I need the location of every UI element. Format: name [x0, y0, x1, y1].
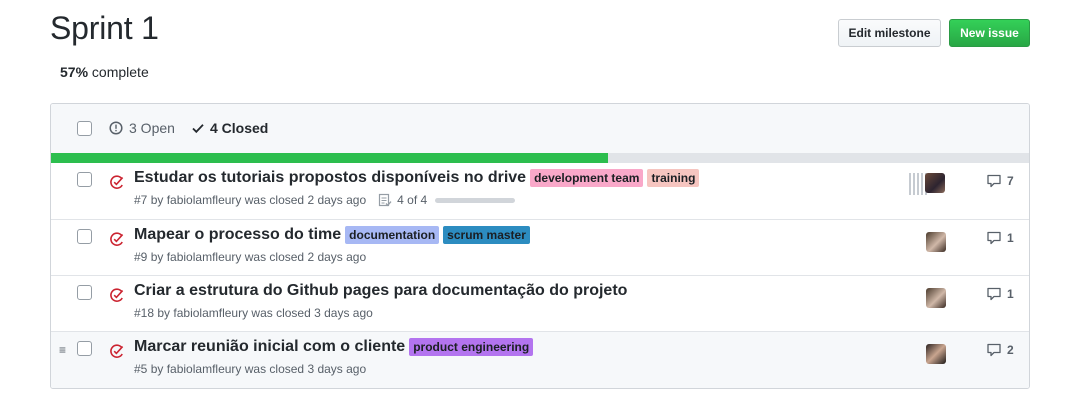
check-icon [192, 124, 204, 134]
task-count: 4 of 4 [397, 193, 428, 207]
page-title: Sprint 1 [50, 10, 159, 46]
issue-number: #18 [134, 306, 155, 320]
issue-label[interactable]: training [647, 169, 700, 187]
issue-meta: #5 by fabiolamfleury was closed 3 days a… [134, 362, 366, 376]
issue-number: #5 [134, 362, 148, 376]
comment-count-value: 2 [1007, 343, 1014, 357]
issue-label[interactable]: development team [530, 169, 644, 187]
issue-meta-text: by fabiolamfleury was closed 2 days ago [150, 250, 367, 264]
drag-handle-icon[interactable]: ≡ [59, 344, 66, 356]
issue-row[interactable]: ≡ Marcar reunião inicial com o cliente pro… [51, 331, 1029, 388]
issue-row[interactable]: Criar a estrutura do Github pages para d… [51, 275, 1029, 331]
avatar[interactable] [926, 232, 946, 252]
issue-label[interactable]: scrum master [443, 226, 530, 244]
closed-issues-filter[interactable]: 4 Closed [191, 120, 268, 136]
issue-meta: #18 by fabiolamfleury was closed 3 days … [134, 306, 373, 320]
comment-icon [987, 174, 1001, 188]
issue-checkbox[interactable] [77, 229, 92, 244]
issue-checkbox[interactable] [77, 285, 92, 300]
open-issues-label: 3 Open [129, 120, 175, 136]
milestone-progress-bar [51, 153, 1029, 163]
issue-title-line: Marcar reunião inicial com o cliente prod… [134, 338, 534, 356]
issue-title-line: Criar a estrutura do Github pages para d… [134, 282, 627, 300]
edit-milestone-button[interactable]: Edit milestone [838, 19, 941, 47]
select-all-checkbox[interactable] [77, 121, 92, 136]
issue-title-link[interactable]: Estudar os tutoriais propostos disponíve… [134, 169, 526, 187]
milestone-progress-text: 57% complete [60, 64, 149, 80]
avatar[interactable] [925, 173, 945, 193]
issue-checkbox[interactable] [77, 341, 92, 356]
comment-icon [987, 231, 1001, 245]
comment-icon [987, 287, 1001, 301]
issue-label[interactable]: documentation [345, 226, 440, 244]
issues-list: 3 Open 4 Closed Estudar os tutoriais pro… [50, 103, 1030, 389]
issue-number: #7 [134, 193, 148, 207]
closed-issue-icon [110, 232, 124, 246]
issue-label[interactable]: product engineering [409, 338, 534, 356]
task-progress: 4 of 4 [378, 193, 516, 207]
issue-title-line: Mapear o processo do time documentation sc… [134, 226, 530, 244]
new-issue-button[interactable]: New issue [949, 19, 1030, 47]
comment-count[interactable]: 2 [986, 343, 1014, 357]
comment-count-value: 1 [1007, 231, 1014, 245]
issues-list-header: 3 Open 4 Closed [51, 104, 1029, 153]
progress-suffix: complete [91, 64, 149, 80]
open-issue-icon [109, 121, 123, 135]
issue-title-link[interactable]: Marcar reunião inicial com o cliente [134, 338, 405, 356]
issue-meta: #7 by fabiolamfleury was closed 2 days a… [134, 193, 516, 207]
issue-title-line: Estudar os tutoriais propostos disponíve… [134, 169, 700, 187]
issue-title-link[interactable]: Criar a estrutura do Github pages para d… [134, 282, 627, 300]
closed-issue-icon [110, 175, 124, 189]
comment-count-value: 7 [1007, 174, 1014, 188]
task-progress-bar [435, 197, 516, 203]
closed-issue-icon [110, 344, 124, 358]
issue-title-link[interactable]: Mapear o processo do time [134, 226, 341, 244]
issue-row[interactable]: Estudar os tutoriais propostos disponíve… [51, 163, 1029, 219]
checklist-icon [379, 193, 392, 207]
open-issues-filter[interactable]: 3 Open [109, 120, 175, 136]
issue-row[interactable]: Mapear o processo do time documentation sc… [51, 219, 1029, 275]
closed-issue-icon [110, 288, 124, 302]
closed-issues-label: 4 Closed [210, 120, 269, 136]
issue-meta-text: by fabiolamfleury was closed 3 days ago [157, 306, 373, 320]
issue-meta-text: by fabiolamfleury was closed 2 days ago [150, 193, 367, 207]
comment-icon [987, 343, 1001, 357]
comment-count[interactable]: 1 [986, 287, 1014, 301]
avatar[interactable] [926, 288, 946, 308]
progress-percent: 57% [60, 64, 89, 80]
comment-count[interactable]: 7 [986, 174, 1014, 188]
issue-number: #9 [134, 250, 148, 264]
comment-count[interactable]: 1 [986, 231, 1014, 245]
comment-count-value: 1 [1007, 287, 1014, 301]
avatar[interactable] [926, 344, 946, 364]
milestone-progress-fill [51, 153, 609, 163]
issue-meta: #9 by fabiolamfleury was closed 2 days a… [134, 250, 366, 264]
issue-meta-text: by fabiolamfleury was closed 3 days ago [150, 362, 367, 376]
issue-checkbox[interactable] [77, 172, 92, 187]
